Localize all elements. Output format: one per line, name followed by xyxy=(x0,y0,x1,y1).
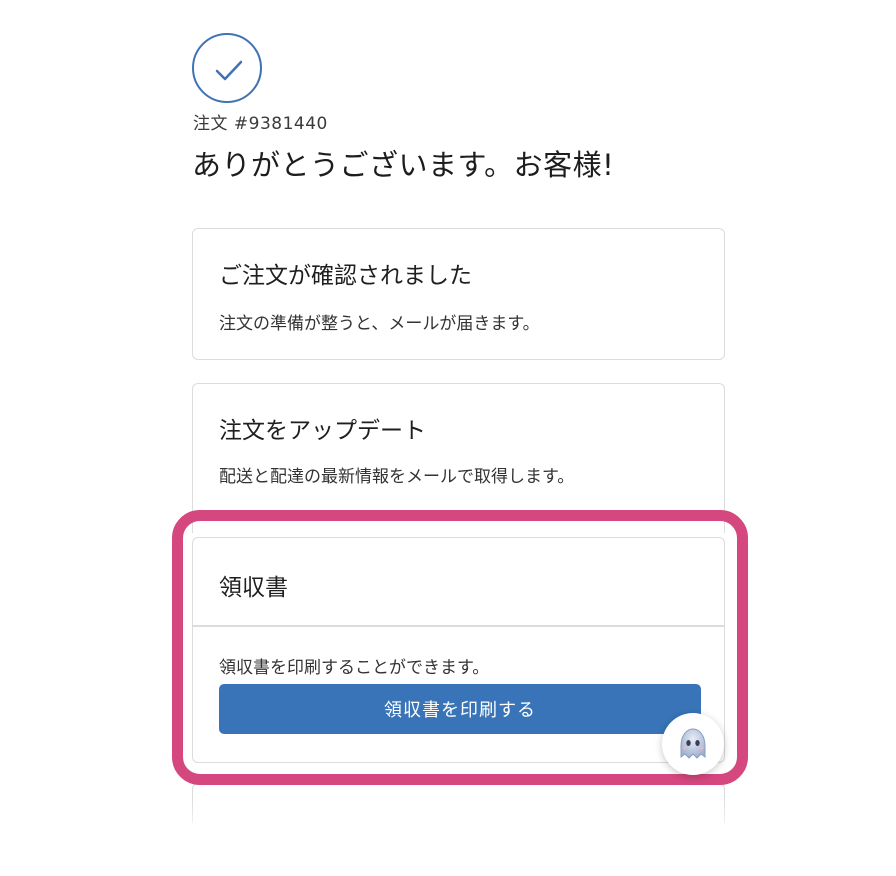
order-updates-description: 配送と配達の最新情報をメールで取得します。 xyxy=(219,467,575,487)
order-confirmed-title: ご注文が確認されました xyxy=(219,263,472,289)
order-confirmed-card: ご注文が確認されました 注文の準備が整うと、メールが届きます。 xyxy=(192,228,725,360)
order-updates-title: 注文をアップデート xyxy=(219,418,426,444)
order-updates-card: 注文をアップデート 配送と配達の最新情報をメールで取得します。 xyxy=(192,383,725,533)
receipt-divider xyxy=(193,625,724,627)
receipt-card: 領収書 領収書を印刷することができます。 領収書を印刷する xyxy=(192,537,725,763)
print-receipt-button[interactable]: 領収書を印刷する xyxy=(219,684,701,734)
bottom-fade xyxy=(150,800,770,840)
chat-assistant-icon[interactable] xyxy=(662,713,724,775)
checkmark-circle-icon xyxy=(192,33,262,103)
receipt-description: 領収書を印刷することができます。 xyxy=(219,658,490,678)
receipt-title: 領収書 xyxy=(219,575,288,601)
thank-you-heading: ありがとうございます。お客様! xyxy=(192,148,615,182)
order-confirmed-description: 注文の準備が整うと、メールが届きます。 xyxy=(219,314,540,334)
order-number: 注文 #9381440 xyxy=(193,114,328,134)
